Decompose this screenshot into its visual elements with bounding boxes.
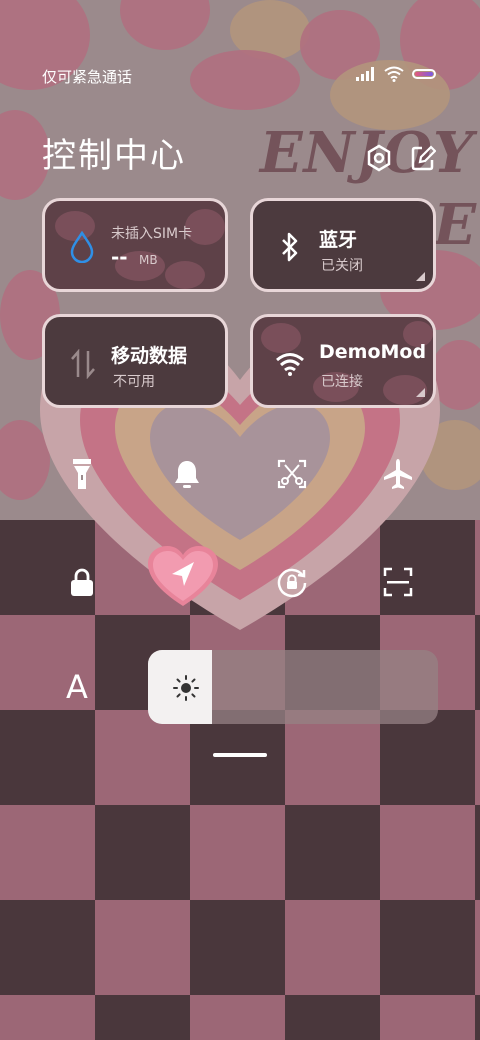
airplane-icon — [384, 459, 412, 489]
status-icons — [356, 66, 436, 82]
data-usage-value: -- — [111, 245, 128, 269]
lock-screen-toggle[interactable] — [52, 552, 112, 612]
wallpaper-text-2: E — [433, 192, 476, 258]
wifi-status: 已连接 — [321, 374, 363, 390]
scanner-icon — [383, 567, 413, 597]
settings-icon[interactable] — [366, 144, 392, 172]
rotation-lock-icon — [277, 568, 307, 598]
bluetooth-icon — [282, 232, 298, 262]
airplane-toggle[interactable] — [368, 444, 428, 504]
flashlight-toggle[interactable] — [52, 444, 112, 504]
scanner-toggle[interactable] — [368, 552, 428, 612]
screenshot-icon — [277, 459, 307, 489]
edit-icon[interactable] — [410, 144, 436, 172]
sim-status: 未插入SIM卡 — [111, 226, 193, 242]
mobile-data-label: 移动数据 — [111, 345, 188, 367]
wifi-icon — [384, 66, 404, 82]
location-toggle[interactable] — [148, 546, 218, 608]
bell-icon — [175, 461, 199, 488]
lock-icon — [71, 568, 93, 596]
flashlight-icon — [73, 459, 91, 489]
data-usage-unit: MB — [139, 253, 158, 267]
wifi-icon — [276, 353, 304, 376]
mobile-data-tile[interactable]: 移动数据 不可用 — [42, 314, 228, 408]
brightness-slider[interactable] — [148, 650, 438, 724]
bluetooth-status: 已关闭 — [321, 258, 363, 274]
water-drop-icon — [70, 231, 94, 263]
wifi-tile[interactable]: DemoMod 已连接 — [250, 314, 436, 408]
signal-icon — [356, 67, 374, 81]
sun-icon — [173, 675, 199, 701]
mobile-data-status: 不可用 — [113, 374, 155, 390]
bluetooth-label: 蓝牙 — [319, 229, 358, 251]
screenshot-toggle[interactable] — [262, 444, 322, 504]
carrier-status: 仅可紧急通话 — [42, 68, 133, 86]
page-title: 控制中心 — [42, 136, 186, 176]
data-arrows-icon — [71, 349, 95, 379]
silent-toggle[interactable] — [157, 444, 217, 504]
bluetooth-tile[interactable]: 蓝牙 已关闭 — [250, 198, 436, 292]
auto-brightness-label[interactable]: A — [66, 668, 88, 706]
expand-corner-icon[interactable] — [416, 388, 425, 397]
battery-icon — [412, 69, 436, 79]
expand-corner-icon[interactable] — [416, 272, 425, 281]
wifi-network-name: DemoMod — [319, 341, 427, 363]
data-usage-tile[interactable]: 未插入SIM卡 -- MB — [42, 198, 228, 292]
header-actions — [366, 144, 436, 172]
drag-handle[interactable] — [213, 753, 267, 757]
rotation-lock-toggle[interactable] — [262, 552, 322, 612]
